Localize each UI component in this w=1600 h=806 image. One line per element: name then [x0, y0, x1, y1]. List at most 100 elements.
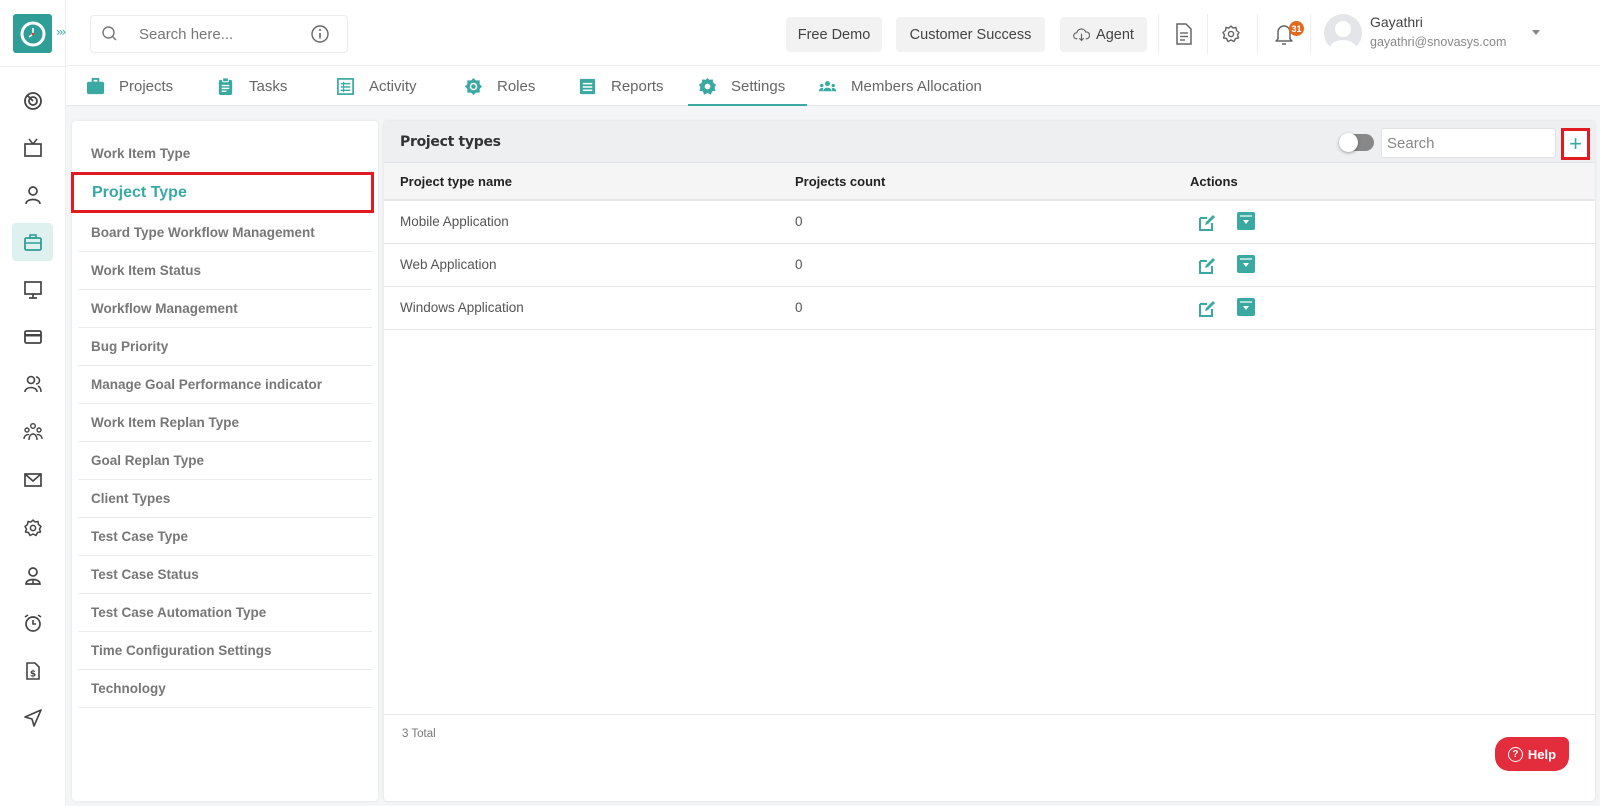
settings-item-test-case-status[interactable]: Test Case Status: [78, 556, 372, 594]
tab-activity[interactable]: Activity: [336, 66, 417, 106]
settings-item-technology[interactable]: Technology: [78, 670, 372, 708]
tab-members-allocation[interactable]: Members Allocation: [818, 66, 982, 106]
tab-projects[interactable]: Projects: [86, 66, 173, 106]
user-email: gayathri@snovasys.com: [1370, 35, 1507, 49]
rail-item-invoice[interactable]: $: [12, 652, 53, 690]
archive-icon: [1240, 215, 1252, 224]
left-rail: ››› $: [0, 0, 67, 806]
agent-label: Agent: [1096, 26, 1134, 43]
settings-item-test-case-type[interactable]: Test Case Type: [78, 518, 372, 556]
tab-tasks[interactable]: Tasks: [216, 66, 287, 106]
tab-label: Settings: [731, 77, 786, 95]
document-button[interactable]: [1172, 22, 1196, 46]
tab-settings[interactable]: Settings: [687, 66, 808, 106]
notification-count-badge: 31: [1289, 21, 1304, 36]
settings-item-work-item-type[interactable]: Work Item Type: [78, 134, 372, 172]
app-logo[interactable]: [13, 14, 52, 53]
app-root: ››› $ Search here... Free Demo Customer …: [0, 0, 1600, 806]
project-type-name: Windows Application: [400, 300, 524, 315]
settings-item-time-configuration[interactable]: Time Configuration Settings: [78, 632, 372, 670]
send-icon: [23, 709, 42, 727]
rail-item-settings[interactable]: [12, 509, 53, 547]
rail-item-monitor[interactable]: [12, 271, 53, 309]
separator: [1310, 14, 1311, 54]
settings-item-goal-performance-indicator[interactable]: Manage Goal Performance indicator: [78, 366, 372, 404]
column-header-count[interactable]: Projects count: [795, 174, 885, 189]
rail-item-employee[interactable]: [12, 557, 53, 595]
tab-label: Activity: [369, 77, 417, 95]
tab-label: Members Allocation: [851, 77, 982, 95]
settings-item-test-case-automation-type[interactable]: Test Case Automation Type: [78, 594, 372, 632]
tab-label: Roles: [497, 77, 536, 95]
add-project-type-button[interactable]: +: [1561, 128, 1590, 160]
rail-item-send[interactable]: [12, 699, 53, 737]
separator: [1207, 14, 1208, 54]
settings-item-client-types[interactable]: Client Types: [78, 480, 372, 518]
tab-label: Projects: [119, 77, 174, 95]
settings-item-work-item-status[interactable]: Work Item Status: [78, 252, 372, 290]
info-icon[interactable]: [310, 24, 330, 44]
triple-chevron-right-icon[interactable]: ›››: [56, 25, 67, 39]
rail-item-mail[interactable]: [12, 461, 53, 499]
project-type-name: Web Application: [400, 257, 497, 272]
help-label: Help: [1527, 746, 1557, 762]
edit-icon[interactable]: [1198, 300, 1216, 318]
rail-item-dashboard[interactable]: [12, 82, 53, 120]
archive-button[interactable]: [1237, 298, 1255, 316]
rail-item-tv[interactable]: [12, 129, 53, 167]
settings-button[interactable]: [1219, 22, 1243, 46]
settings-item-work-item-replan-type[interactable]: Work Item Replan Type: [78, 404, 372, 442]
archive-button[interactable]: [1237, 212, 1255, 230]
rail-item-billing[interactable]: [12, 318, 53, 356]
user-name: Gayathri: [1370, 14, 1423, 30]
help-button[interactable]: ? Help: [1495, 737, 1569, 771]
project-types-search-input[interactable]: [1381, 128, 1556, 158]
archive-button[interactable]: [1237, 255, 1255, 273]
settings-item-project-type[interactable]: Project Type: [71, 172, 374, 213]
edit-icon[interactable]: [1198, 214, 1216, 232]
separator: [1257, 14, 1258, 54]
projects-count: 0: [795, 257, 803, 272]
tv-icon: [23, 138, 42, 157]
column-header-actions: Actions: [1190, 174, 1238, 189]
rail-divider: [0, 66, 66, 67]
search-icon: [102, 26, 117, 41]
credit-card-icon: [23, 330, 42, 344]
tab-roles[interactable]: Roles: [464, 66, 535, 106]
avatar[interactable]: [1324, 14, 1362, 52]
tab-label: Tasks: [249, 77, 288, 95]
agent-button[interactable]: Agent: [1060, 17, 1147, 52]
edit-icon[interactable]: [1198, 257, 1216, 275]
roles-gear-icon: [464, 77, 483, 95]
rail-item-projects[interactable]: [12, 223, 53, 261]
archived-toggle[interactable]: [1339, 133, 1374, 152]
briefcase-icon: [86, 77, 105, 94]
archive-icon: [1240, 258, 1252, 267]
project-types-panel: Project types + Project type name Projec…: [384, 121, 1595, 801]
rail-item-users[interactable]: [12, 365, 53, 403]
rail-item-timesheet[interactable]: [12, 604, 53, 642]
global-search-input[interactable]: [139, 25, 304, 43]
rail-item-team[interactable]: [12, 413, 53, 451]
settings-item-board-type-workflow[interactable]: Board Type Workflow Management: [78, 214, 372, 252]
invoice-icon: $: [25, 662, 40, 680]
table-row: Windows Application 0: [384, 287, 1595, 330]
tab-reports[interactable]: Reports: [578, 66, 664, 106]
settings-menu: Work Item Type Project Type Board Type W…: [71, 121, 378, 801]
projects-count: 0: [795, 300, 803, 315]
rail-item-profile[interactable]: [12, 176, 53, 214]
module-tabs: Projects Tasks Activity Roles Reports Se…: [66, 66, 1600, 106]
cloud-download-icon: [1073, 28, 1091, 42]
user-menu-caret-icon[interactable]: [1532, 30, 1540, 35]
settings-item-workflow-management[interactable]: Workflow Management: [78, 290, 372, 328]
panel-title: Project types: [400, 134, 501, 150]
customer-success-button[interactable]: Customer Success: [896, 17, 1045, 52]
user-icon: [24, 186, 41, 205]
free-demo-button[interactable]: Free Demo: [786, 17, 882, 52]
tab-label: Reports: [611, 77, 664, 95]
column-header-name[interactable]: Project type name: [400, 174, 512, 189]
settings-item-bug-priority[interactable]: Bug Priority: [78, 328, 372, 366]
project-type-name: Mobile Application: [400, 214, 509, 229]
settings-item-goal-replan-type[interactable]: Goal Replan Type: [78, 442, 372, 480]
panel-header: Project types +: [384, 121, 1595, 163]
